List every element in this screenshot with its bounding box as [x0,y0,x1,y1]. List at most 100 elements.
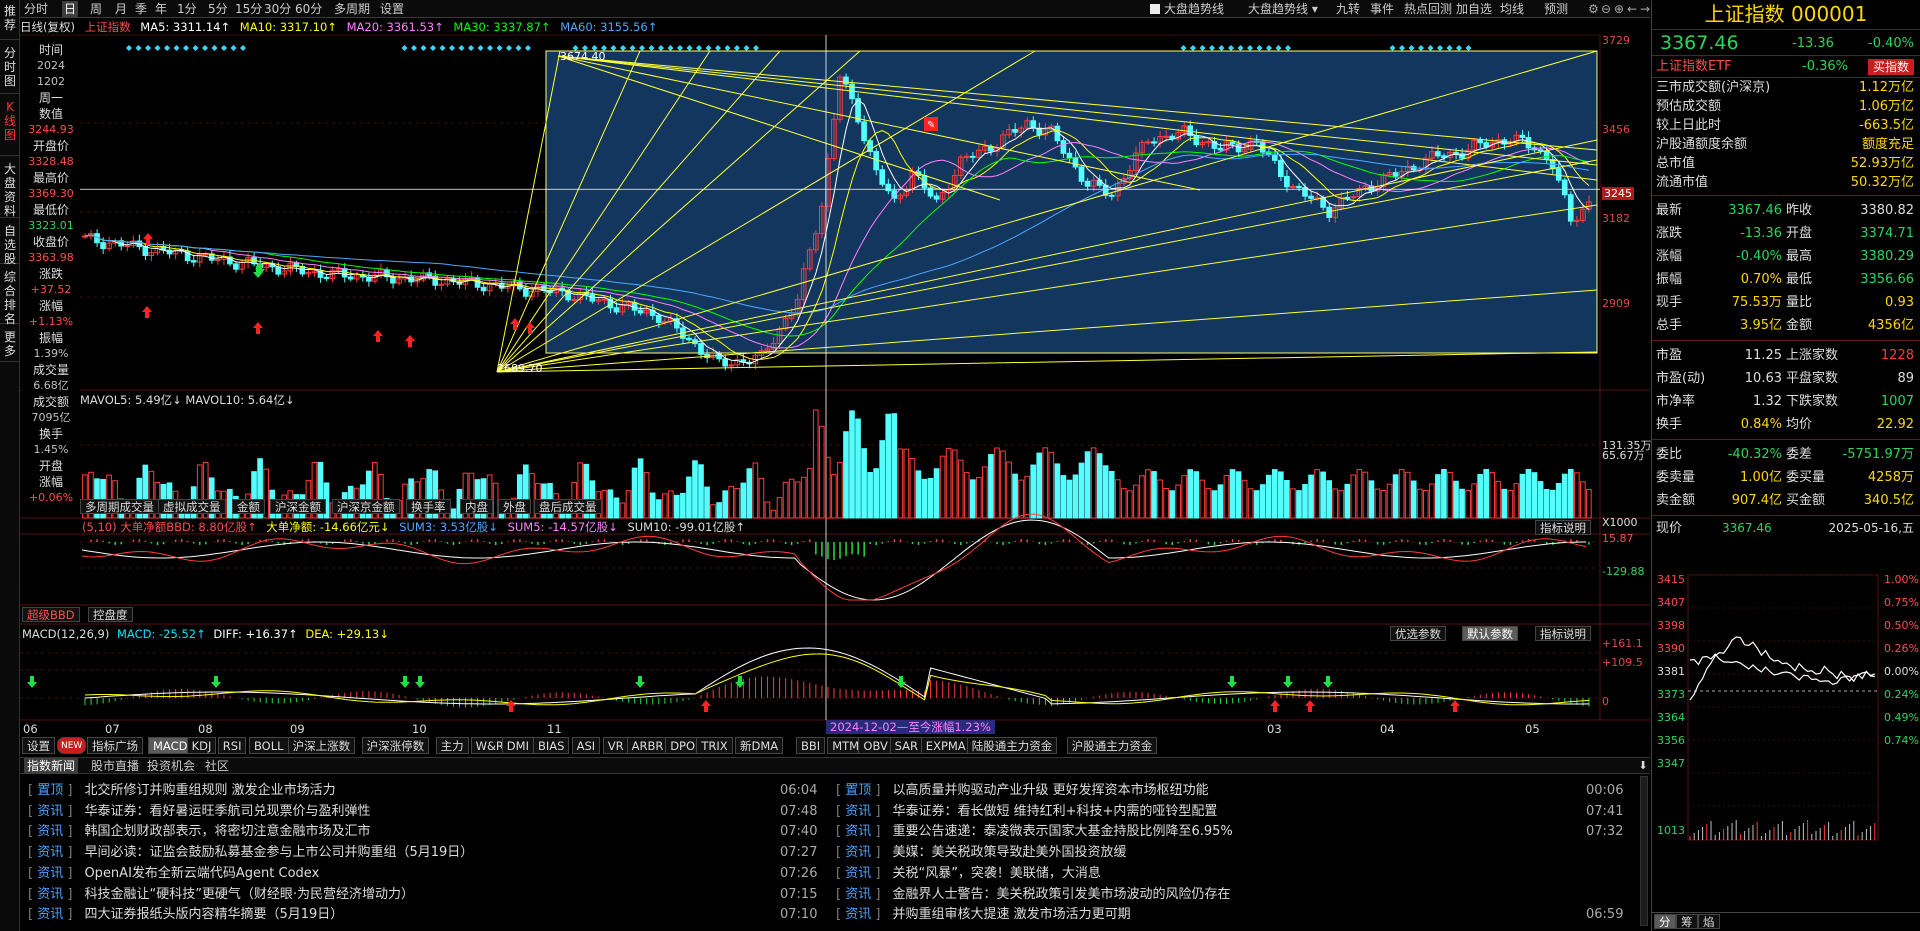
bracket-open: [ [28,907,38,923]
indicator-tab-15[interactable]: ARBR [626,737,669,754]
news-item[interactable]: [ 资讯 ] 华泰证券：看长做短 维持红利+科技+内需的哑铃型配置 07:41 [836,802,1623,822]
news-item[interactable]: [ 资讯 ] 并购重组审核大提速 激发市场活力更可期 06:59 [836,905,1623,925]
bbd-tab-1[interactable]: 控盘度 [88,607,133,622]
stat-value: 52.93万亿 [1850,156,1914,171]
volume-tab-1[interactable]: 虚拟成交量 [158,499,226,514]
news-title[interactable]: 美媒：美关税政策导致赴美外国投资放缓 [892,845,1126,860]
news-title[interactable]: 关税“风暴”，突袭！美联储，大消息 [892,866,1100,881]
news-title[interactable]: 韩国企划财政部表示，将密切注意金融市场及汇市 [84,824,370,839]
indicator-tab-4[interactable]: KDJ [186,737,217,754]
scrollbar[interactable] [1640,776,1648,926]
indicator-tab-11[interactable]: DMI [501,737,534,754]
volume-bar [1350,474,1357,519]
mini-tab-0[interactable]: 分 [1654,914,1676,929]
news-tag-label: 资讯 [845,886,872,902]
candle-body [1205,141,1212,144]
quote-key: 现手 [1656,295,1683,310]
bbd-explain-button[interactable]: 指标说明 [1535,520,1591,535]
indicator-tab-5[interactable]: RSI [217,737,247,754]
news-tab-0[interactable]: 指数新闻 [24,758,79,774]
news-item[interactable]: [ 资讯 ] 美媒：美关税政策导致赴美外国投资放缓 [836,843,1622,863]
indicator-tab-13[interactable]: ASI [571,737,601,754]
news-title[interactable]: 四大证券报纸头版内容精华摘要（5月19日） [84,907,343,922]
datum-key: 数值 [38,107,63,121]
news-tab-2[interactable]: 投资机会 [144,758,198,774]
macd-btn-2[interactable]: 指标说明 [1535,626,1591,641]
news-title[interactable]: 以高质量并购驱动产业升级 更好发挥资本市场枢纽功能 [892,783,1208,798]
news-title[interactable]: 科技金融让“硬科技”更硬气（财经眼·为民营经济增动力） [84,887,414,902]
scroll-down-icon[interactable]: ⬇ [1636,757,1650,774]
news-title[interactable]: OpenAI发布全新云端代码Agent Codex [84,866,319,881]
indicator-tab-2[interactable]: 指标广场 [87,737,143,754]
indicator-tab-19[interactable]: BBI [796,737,826,754]
event-diamond [705,45,712,51]
volume-bar [1374,488,1381,519]
news-tab-3[interactable]: 社区 [202,758,232,774]
indicator-tab-6[interactable]: BOLL [249,737,289,754]
volume-tab-0[interactable]: 多周期成交量 [80,499,159,514]
event-diamond [686,45,693,51]
news-title[interactable]: 金融界人士警告：美关税政策引发美市场波动的风险仍存在 [892,887,1230,902]
news-item[interactable]: [ 资讯 ] 关税“风暴”，突袭！美联储，大消息 [836,864,1622,884]
mini-tab-2[interactable]: 焰 [1698,914,1720,929]
news-tab-1[interactable]: 股市直播 [88,758,142,774]
indicator-tab-17[interactable]: TRIX [696,737,733,754]
indicator-tab-21[interactable]: OBV [858,737,893,754]
news-title[interactable]: 并购重组审核大提速 激发市场活力更可期 [892,907,1130,922]
quote-key: 委差 [1786,447,1813,462]
buy-index-button[interactable]: 买指数 [1867,59,1914,75]
etf-name[interactable]: 上证指数ETF [1656,56,1732,78]
volume-bar [891,413,898,519]
news-title[interactable]: 华泰证券：看长做短 维持红利+科技+内需的哑铃型配置 [892,804,1217,819]
indicator-tab-18[interactable]: 新DMA [735,737,784,754]
volume-tab-4[interactable]: 沪深京金额 [332,499,400,514]
signal-arrow-icon [405,335,415,347]
kline-chart[interactable]: ✎ 3674.40 2689.70 [0,0,1650,760]
bbd-tab-0[interactable]: 超级BBD [22,607,80,622]
volume-bar [1284,480,1290,519]
news-item[interactable]: [ 资讯 ] 韩国企划财政部表示，将密切注意金融市场及汇市 07:40 [28,822,817,842]
volume-tab-3[interactable]: 沪深金额 [270,499,326,514]
quote-value: 0.84% [1740,417,1782,432]
volume-tab-2[interactable]: 金额 [232,499,265,514]
indicator-tab-8[interactable]: 沪深涨停数 [361,737,430,754]
indicator-tab-24[interactable]: 陆股通主力资金 [966,737,1058,754]
news-title[interactable]: 早间必读：证监会鼓励私募基金参与上市公司并购重组（5月19日） [84,845,473,860]
news-item[interactable]: [ 置顶 ] 北交所修订并购重组规则 激发企业市场活力 06:04 [28,781,817,801]
volume-tab-6[interactable]: 内盘 [460,499,493,514]
news-item[interactable]: [ 资讯 ] 早间必读：证监会鼓励私募基金参与上市公司并购重组（5月19日） 07:… [28,843,817,863]
news-title[interactable]: 北交所修订并购重组规则 激发企业市场活力 [84,783,335,798]
indicator-tab-23[interactable]: EXPMA [920,737,971,754]
news-item[interactable]: [ 资讯 ] 四大证券报纸头版内容精华摘要（5月19日） 07:10 [28,905,817,925]
news-item[interactable]: [ 资讯 ] 华泰证券：看好暑运旺季航司兑现票价与盈利弹性 07:48 [28,802,817,822]
volume-tab-7[interactable]: 外盘 [498,499,531,514]
news-item[interactable]: [ 资讯 ] 科技金融让“硬科技”更硬气（财经眼·为民营经济增动力） 07:15 [28,885,817,905]
news-item[interactable]: [ 资讯 ] 重要公告速递：泰凌微表示国家大基金持股比例降至6.95% 07:32 [836,822,1623,842]
event-diamond [648,45,655,51]
indicator-tab-7[interactable]: 沪深上涨数 [287,737,356,754]
volume-bar [601,490,608,519]
datum-value: 1.45% [33,443,69,456]
indicator-tab-9[interactable]: 主力 [435,737,469,754]
indicator-tab-25[interactable]: 沪股通主力资金 [1066,737,1158,754]
macd-btn-0[interactable]: 优选参数 [1390,626,1446,641]
news-item[interactable]: [ 资讯 ] 金融界人士警告：美关税政策引发美市场波动的风险仍存在 [836,885,1622,905]
news-item[interactable]: [ 资讯 ] OpenAI发布全新云端代码Agent Codex 07:26 [28,864,817,884]
stat-key: 流通市值 [1656,175,1709,190]
volume-tab-8[interactable]: 盘后成交量 [534,499,602,514]
indicator-tab-12[interactable]: BIAS [533,737,570,754]
indicator-tab-14[interactable]: VR [602,737,629,754]
news-item[interactable]: [ 置顶 ] 以高质量并购驱动产业升级 更好发挥资本市场枢纽功能 00:06 [836,781,1623,801]
mini-right-label: 0.75% [1884,596,1919,609]
quote-value: 75.53万 [1731,295,1782,310]
macd-diff: DIFF: +16.37↑ [213,627,298,641]
indicator-tab-16[interactable]: DPO [665,737,701,754]
news-title[interactable]: 华泰证券：看好暑运旺季航司兑现票价与盈利弹性 [84,804,370,819]
macd-btn-1[interactable]: 默认参数 [1462,626,1518,641]
indicator-tab-22[interactable]: SAR [889,737,923,754]
news-title[interactable]: 重要公告速递：泰凌微表示国家大基金持股比例降至6.95% [892,824,1232,839]
mini-tab-1[interactable]: 筹 [1676,914,1698,929]
volume-tab-5[interactable]: 换手率 [406,499,451,514]
intraday-mini-chart[interactable]: 3415 3407 3398 3390 3381 3373 3364 3356 3347 1013… [1652,570,1920,905]
indicator-tab-0[interactable]: 设置 [22,737,55,754]
